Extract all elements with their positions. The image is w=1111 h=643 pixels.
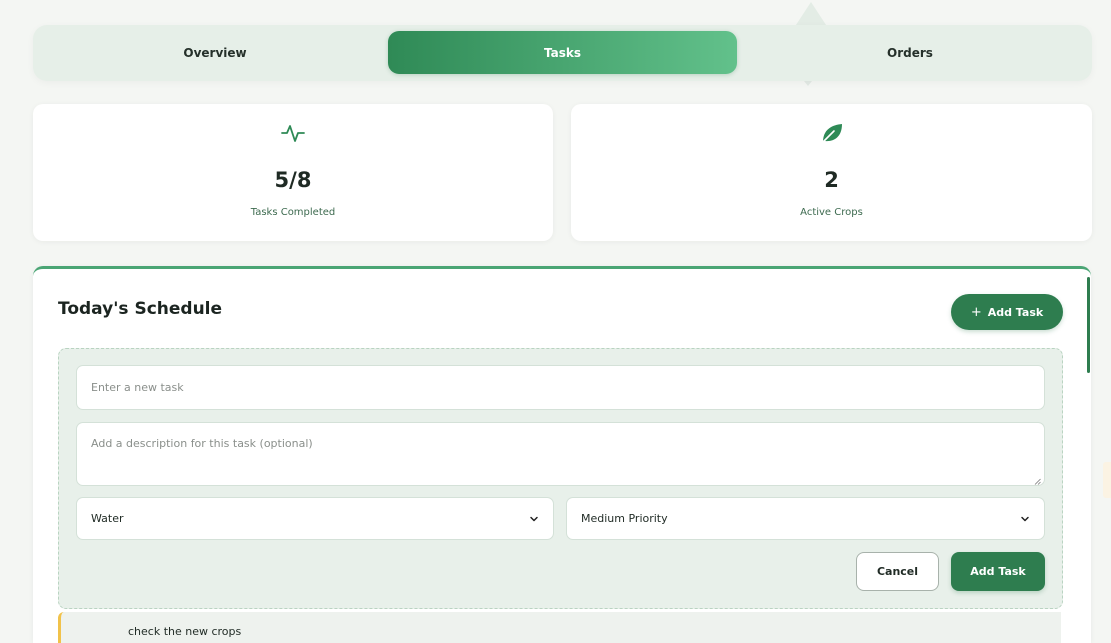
background-decoration	[1103, 462, 1111, 498]
submit-task-button[interactable]: Add Task	[951, 552, 1045, 591]
add-task-label: Add Task	[987, 305, 1044, 319]
new-task-form: Enter a new task Add a description for t…	[58, 348, 1063, 609]
category-value: Water	[91, 512, 124, 525]
stat-card-tasks-completed: 5/8 Tasks Completed	[33, 104, 553, 241]
task-list-item[interactable]: check the new crops	[58, 612, 1061, 643]
tab-tasks[interactable]: Tasks	[388, 31, 737, 74]
stat-value: 5/8	[274, 168, 312, 192]
task-title: check the new crops	[128, 625, 242, 638]
plus-icon: +	[970, 304, 982, 320]
activity-icon	[280, 120, 306, 146]
chevron-down-icon	[529, 514, 539, 524]
priority-value: Medium Priority	[581, 512, 668, 525]
main-tabs: Overview Tasks Orders	[33, 25, 1092, 81]
resize-grip-icon[interactable]	[1034, 475, 1041, 485]
scrollbar-thumb[interactable]	[1087, 277, 1090, 373]
add-task-button[interactable]: + Add Task	[951, 294, 1063, 330]
tab-overview[interactable]: Overview	[43, 31, 387, 74]
task-title-input[interactable]: Enter a new task	[76, 365, 1045, 410]
schedule-card: Today's Schedule + Add Task Enter a new …	[33, 266, 1091, 643]
task-description-placeholder: Add a description for this task (optiona…	[91, 437, 313, 450]
leaf-icon	[819, 120, 845, 146]
schedule-title: Today's Schedule	[58, 299, 223, 319]
task-description-textarea[interactable]: Add a description for this task (optiona…	[76, 422, 1045, 486]
stat-card-active-crops: 2 Active Crops	[571, 104, 1092, 241]
stat-label: Tasks Completed	[250, 207, 336, 218]
category-select[interactable]: Water	[76, 497, 554, 540]
cancel-button[interactable]: Cancel	[856, 552, 939, 591]
priority-select[interactable]: Medium Priority	[566, 497, 1045, 540]
stat-value: 2	[824, 168, 839, 192]
tab-orders[interactable]: Orders	[738, 31, 1082, 74]
stat-label: Active Crops	[800, 207, 863, 218]
chevron-down-icon	[1020, 514, 1030, 524]
task-title-placeholder: Enter a new task	[91, 381, 184, 394]
